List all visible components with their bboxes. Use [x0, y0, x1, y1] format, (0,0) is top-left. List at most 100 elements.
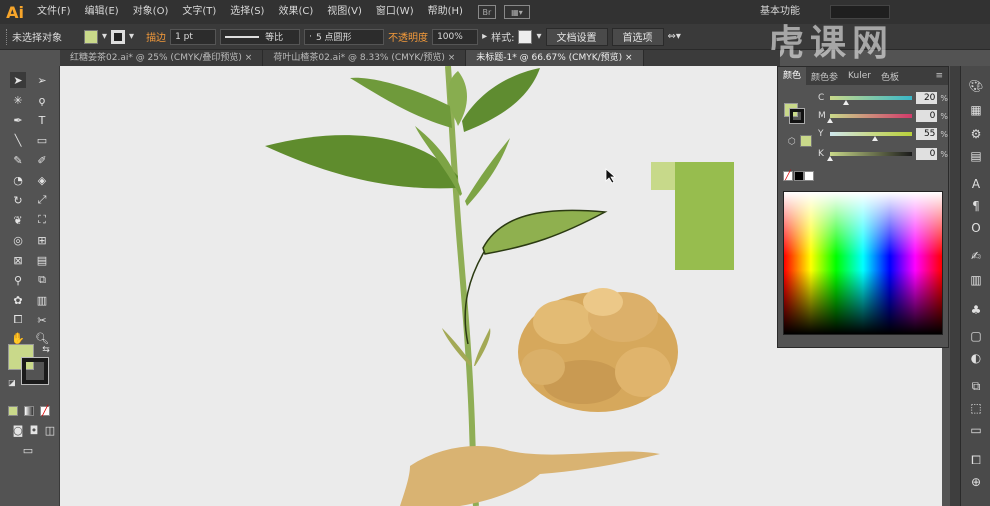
green-rectangle[interactable]: [675, 162, 734, 270]
free-transform-tool-icon[interactable]: ⛶: [34, 212, 50, 228]
out-of-gamut-icon[interactable]: ⬡: [788, 137, 796, 147]
fill-dropdown-icon[interactable]: ▾: [102, 31, 107, 42]
lasso-tool-icon[interactable]: ϙ: [34, 92, 50, 108]
blend-tool-icon[interactable]: ⧉: [34, 272, 50, 288]
magic-wand-tool-icon[interactable]: ✳: [10, 92, 26, 108]
tab-document-3[interactable]: 未标题-1* @ 66.67% (CMYK/预览) ×: [466, 50, 644, 66]
artboards-icon[interactable]: ⊕: [968, 474, 984, 490]
menu-window[interactable]: 窗口(W): [369, 0, 421, 24]
column-graph-tool-icon[interactable]: ▥: [34, 292, 50, 308]
screen-mode-icon[interactable]: ▭: [20, 442, 36, 458]
slider-thumb-icon[interactable]: [872, 136, 879, 141]
slider-thumb-icon[interactable]: [843, 100, 850, 105]
opacity-field[interactable]: 100%: [432, 28, 479, 45]
none-mode-icon[interactable]: ╱: [40, 406, 50, 417]
black-color-chip[interactable]: [794, 171, 804, 181]
menu-select[interactable]: 选择(S): [223, 0, 271, 24]
color-spectrum[interactable]: [783, 191, 943, 335]
panel-dock-divider[interactable]: [950, 66, 960, 506]
magenta-slider[interactable]: [826, 114, 912, 123]
color-palette-icon[interactable]: 🎨︎: [968, 78, 984, 94]
search-input[interactable]: [830, 5, 890, 19]
workspace-switcher[interactable]: 基本功能: [760, 0, 800, 24]
style-dropdown-icon[interactable]: ▾: [536, 31, 541, 42]
layers-icon[interactable]: ⧠: [968, 452, 984, 468]
kuler-icon[interactable]: ⚙: [968, 126, 984, 142]
ginger-image[interactable]: [503, 272, 679, 432]
eraser-tool-icon[interactable]: ◈: [34, 172, 50, 188]
arrange-documents-button[interactable]: ▦▾: [503, 5, 530, 19]
pathfinder-icon[interactable]: ▭: [968, 422, 984, 438]
pencil-tool-icon[interactable]: ✐: [34, 152, 50, 168]
tab-document-2[interactable]: 荷叶山楂茶02.ai* @ 8.33% (CMYK/预览) ×: [263, 50, 467, 66]
menu-view[interactable]: 视图(V): [320, 0, 369, 24]
color-mode-icon[interactable]: [8, 406, 18, 416]
tab-color-guide[interactable]: 颜色参: [806, 70, 843, 83]
yellow-value[interactable]: 55: [915, 128, 938, 140]
pen-tool-icon[interactable]: ✒: [10, 112, 26, 128]
align-icon[interactable]: ⇔▾: [668, 31, 681, 42]
close-icon[interactable]: ×: [245, 53, 253, 63]
character-icon[interactable]: A: [968, 176, 984, 192]
black-slider[interactable]: [826, 152, 912, 161]
align-panel-icon[interactable]: ⧉: [968, 378, 984, 394]
stroke-weight-field[interactable]: 1 pt: [170, 28, 217, 45]
slider-thumb-icon[interactable]: [826, 118, 833, 123]
document-setup-button[interactable]: 文档设置: [545, 27, 608, 46]
paintbrush-tool-icon[interactable]: ✎: [10, 152, 26, 168]
type-tool-icon[interactable]: T: [34, 112, 50, 128]
opentype-icon[interactable]: O: [968, 220, 984, 236]
yellow-slider[interactable]: [829, 132, 912, 141]
mesh-tool-icon[interactable]: ⊠: [10, 252, 26, 268]
opacity-label[interactable]: 不透明度: [388, 29, 428, 44]
tab-color[interactable]: 颜色: [778, 67, 807, 85]
symbols-icon[interactable]: ♣: [968, 302, 984, 318]
draw-behind-icon[interactable]: ◫: [42, 422, 58, 438]
draw-mode-icon[interactable]: ◙: [10, 422, 26, 438]
brushes-icon[interactable]: ✍: [968, 248, 984, 264]
tab-swatches[interactable]: 色板: [876, 70, 904, 83]
panel-stroke-swatch[interactable]: [789, 108, 805, 124]
panel-menu-icon[interactable]: ≡: [930, 71, 948, 81]
opacity-dropdown-icon[interactable]: ▸: [482, 31, 487, 42]
tab-kuler[interactable]: Kuler: [843, 71, 876, 81]
eyedropper-tool-icon[interactable]: ⚲: [10, 272, 26, 288]
tab-document-1[interactable]: 红糖姜茶02.ai* @ 25% (CMYK/叠印预览) ×: [60, 50, 264, 66]
white-color-chip[interactable]: [804, 171, 814, 181]
close-icon[interactable]: ×: [625, 53, 633, 63]
magenta-value[interactable]: 0: [915, 110, 938, 122]
stroke-label[interactable]: 描边: [146, 29, 166, 44]
gamut-swatch[interactable]: [800, 135, 812, 147]
slider-thumb-icon[interactable]: [826, 156, 833, 161]
light-green-rectangle[interactable]: [651, 162, 675, 190]
shape-builder-tool-icon[interactable]: ◎: [10, 232, 26, 248]
color-guide-icon[interactable]: ▦: [968, 102, 984, 118]
direct-selection-tool-icon[interactable]: ➢: [34, 72, 50, 88]
swatches-icon[interactable]: ▤: [968, 148, 984, 164]
swap-colors-icon[interactable]: ⇆: [38, 342, 54, 358]
menu-type[interactable]: 文字(T): [175, 0, 223, 24]
stroke-profile-dropdown[interactable]: 等比: [220, 28, 301, 45]
rotate-tool-icon[interactable]: ↻: [10, 192, 26, 208]
blob-brush-tool-icon[interactable]: ◔: [10, 172, 26, 188]
rectangle-tool-icon[interactable]: ▭: [34, 132, 50, 148]
menu-object[interactable]: 对象(O): [126, 0, 176, 24]
gradient-mode-icon[interactable]: [24, 406, 34, 416]
libraries-icon[interactable]: ▥: [968, 272, 984, 288]
graphic-styles-icon[interactable]: ▢: [968, 328, 984, 344]
menu-help[interactable]: 帮助(H): [421, 0, 470, 24]
gradient-tool-icon[interactable]: ▤: [34, 252, 50, 268]
perspective-grid-tool-icon[interactable]: ⊞: [34, 232, 50, 248]
selection-tool-icon[interactable]: ➤: [10, 72, 26, 88]
symbol-sprayer-tool-icon[interactable]: ✿: [10, 292, 26, 308]
close-icon[interactable]: ×: [448, 53, 456, 63]
artboard-tool-icon[interactable]: ⧠: [10, 312, 26, 328]
draw-inside-icon[interactable]: ◘: [26, 422, 42, 438]
menu-edit[interactable]: 编辑(E): [78, 0, 126, 24]
stroke-swatch[interactable]: [111, 29, 126, 44]
line-tool-icon[interactable]: ╲: [10, 132, 26, 148]
black-value[interactable]: 0: [915, 148, 938, 160]
stroke-color-swatch[interactable]: [21, 357, 49, 385]
style-swatch[interactable]: [518, 29, 533, 44]
brush-dropdown[interactable]: · 5 点圆形: [304, 28, 385, 45]
